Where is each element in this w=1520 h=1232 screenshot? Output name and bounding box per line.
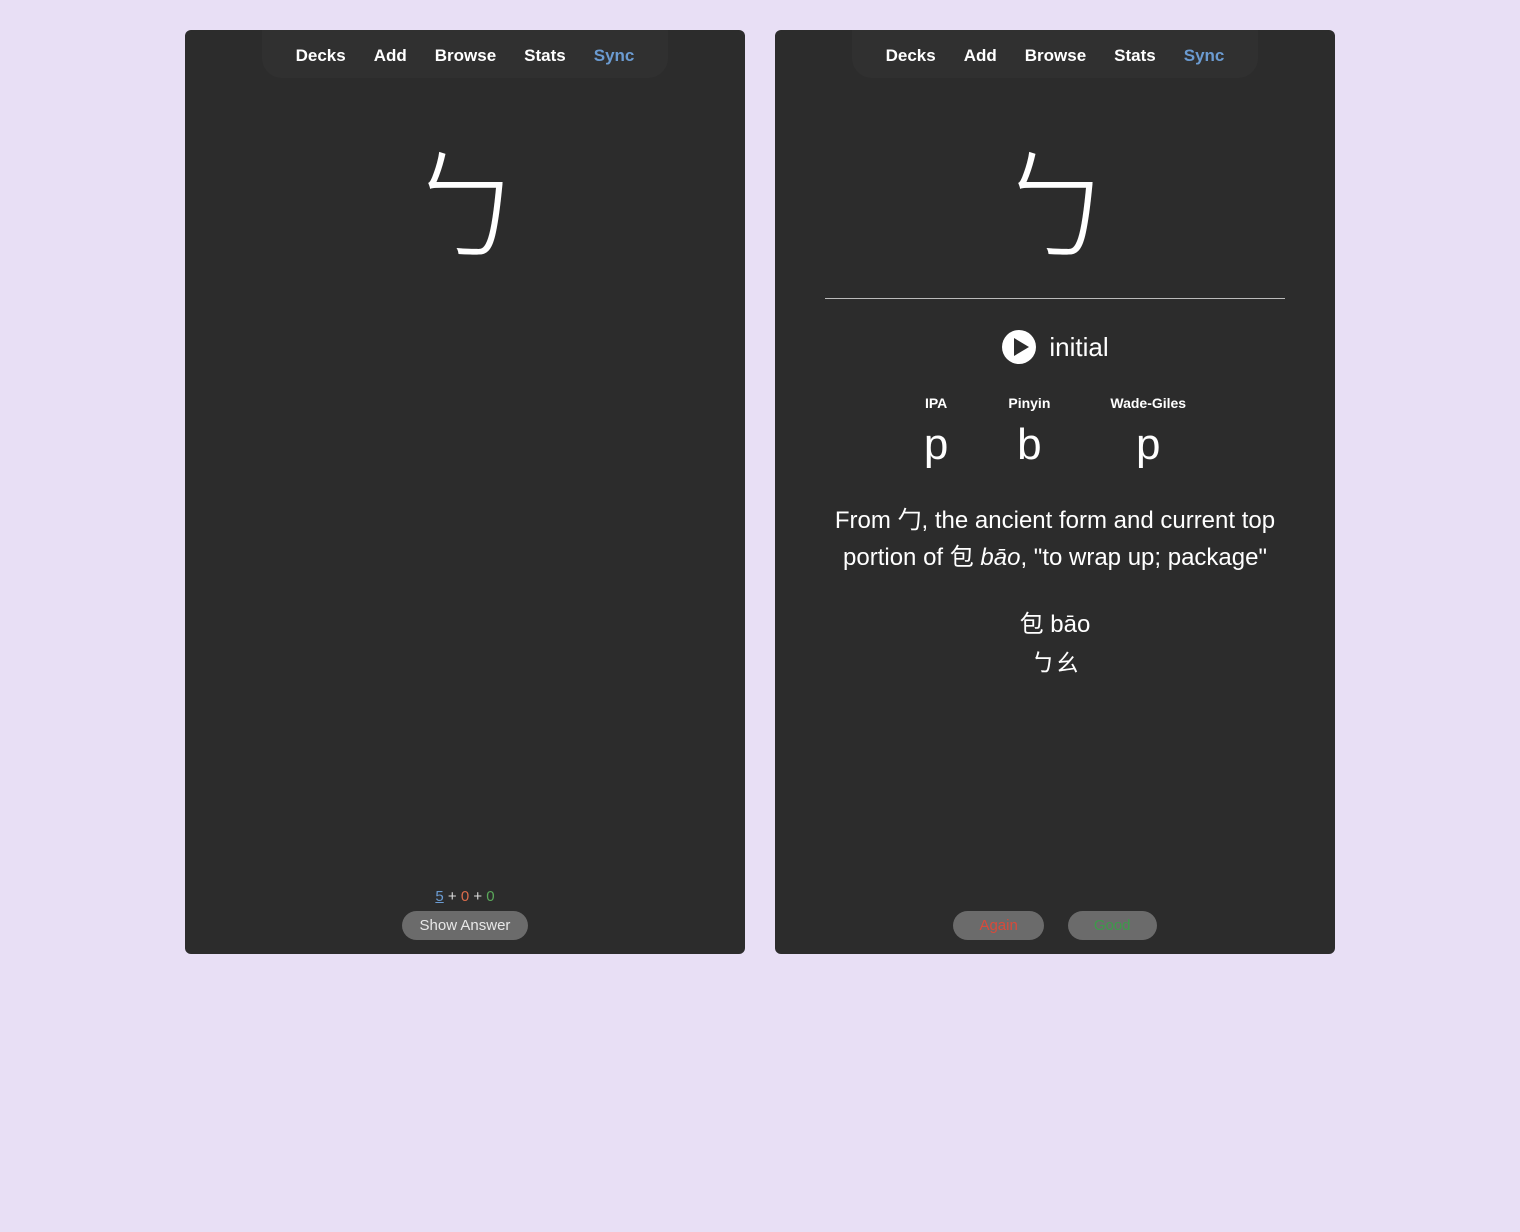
menu-bar: Decks Add Browse Stats Sync — [262, 30, 669, 78]
bottom-bar-front: 5 + 0 + 0 Show Answer — [185, 880, 745, 954]
phonetic-header: Wade-Giles — [1110, 395, 1186, 411]
card-back-area: ㄅ initial IPA p Pinyin b Wade-Giles p — [775, 78, 1335, 911]
etymology-text: From 勹, the ancient form and current top… — [805, 502, 1305, 576]
phonetic-value: p — [1136, 423, 1160, 467]
menu-stats[interactable]: Stats — [510, 42, 580, 70]
phonetic-header: Pinyin — [1008, 395, 1050, 411]
back-panel: Decks Add Browse Stats Sync ㄅ initial IP… — [775, 30, 1335, 954]
phonetic-col-pinyin: Pinyin b — [1008, 395, 1050, 467]
review-counts: 5 + 0 + 0 — [435, 888, 494, 905]
phonetic-value: p — [924, 423, 948, 467]
menu-stats[interactable]: Stats — [1100, 42, 1170, 70]
bopomofo-character: ㄅ — [405, 138, 525, 258]
menu-browse[interactable]: Browse — [421, 42, 510, 70]
divider-line — [825, 298, 1285, 299]
etymology-italic: bāo — [980, 544, 1020, 571]
phonetic-header: IPA — [925, 395, 947, 411]
phonetic-col-wade-giles: Wade-Giles p — [1110, 395, 1186, 467]
audio-row: initial — [1001, 329, 1108, 365]
plus-separator: + — [448, 888, 461, 905]
count-learn: 0 — [461, 888, 469, 905]
example-block: 包 bāo ㄅㄠ — [1020, 606, 1091, 683]
card-front-area: ㄅ — [185, 78, 745, 880]
example-bopomofo: ㄅㄠ — [1020, 645, 1091, 683]
menu-sync[interactable]: Sync — [580, 42, 649, 70]
phonetic-value: b — [1017, 423, 1041, 467]
etymology-post: , "to wrap up; package" — [1020, 544, 1267, 571]
show-answer-button[interactable]: Show Answer — [402, 911, 529, 940]
phonetic-table: IPA p Pinyin b Wade-Giles p — [924, 395, 1186, 467]
plus-separator: + — [473, 888, 486, 905]
menu-add[interactable]: Add — [950, 42, 1011, 70]
play-icon[interactable] — [1001, 329, 1037, 365]
front-panel: Decks Add Browse Stats Sync ㄅ 5 + 0 + 0 … — [185, 30, 745, 954]
count-new: 5 — [435, 888, 443, 905]
menu-sync[interactable]: Sync — [1170, 42, 1239, 70]
menu-bar: Decks Add Browse Stats Sync — [852, 30, 1259, 78]
sound-type-label: initial — [1049, 332, 1108, 363]
example-hanzi-pinyin: 包 bāo — [1020, 606, 1091, 644]
again-button[interactable]: Again — [953, 911, 1043, 940]
menu-decks[interactable]: Decks — [282, 42, 360, 70]
bopomofo-character: ㄅ — [995, 138, 1115, 258]
menu-add[interactable]: Add — [360, 42, 421, 70]
count-due: 0 — [486, 888, 494, 905]
menu-browse[interactable]: Browse — [1011, 42, 1100, 70]
answer-button-row: Again Good — [775, 911, 1335, 954]
menu-decks[interactable]: Decks — [872, 42, 950, 70]
good-button[interactable]: Good — [1068, 911, 1157, 940]
phonetic-col-ipa: IPA p — [924, 395, 948, 467]
